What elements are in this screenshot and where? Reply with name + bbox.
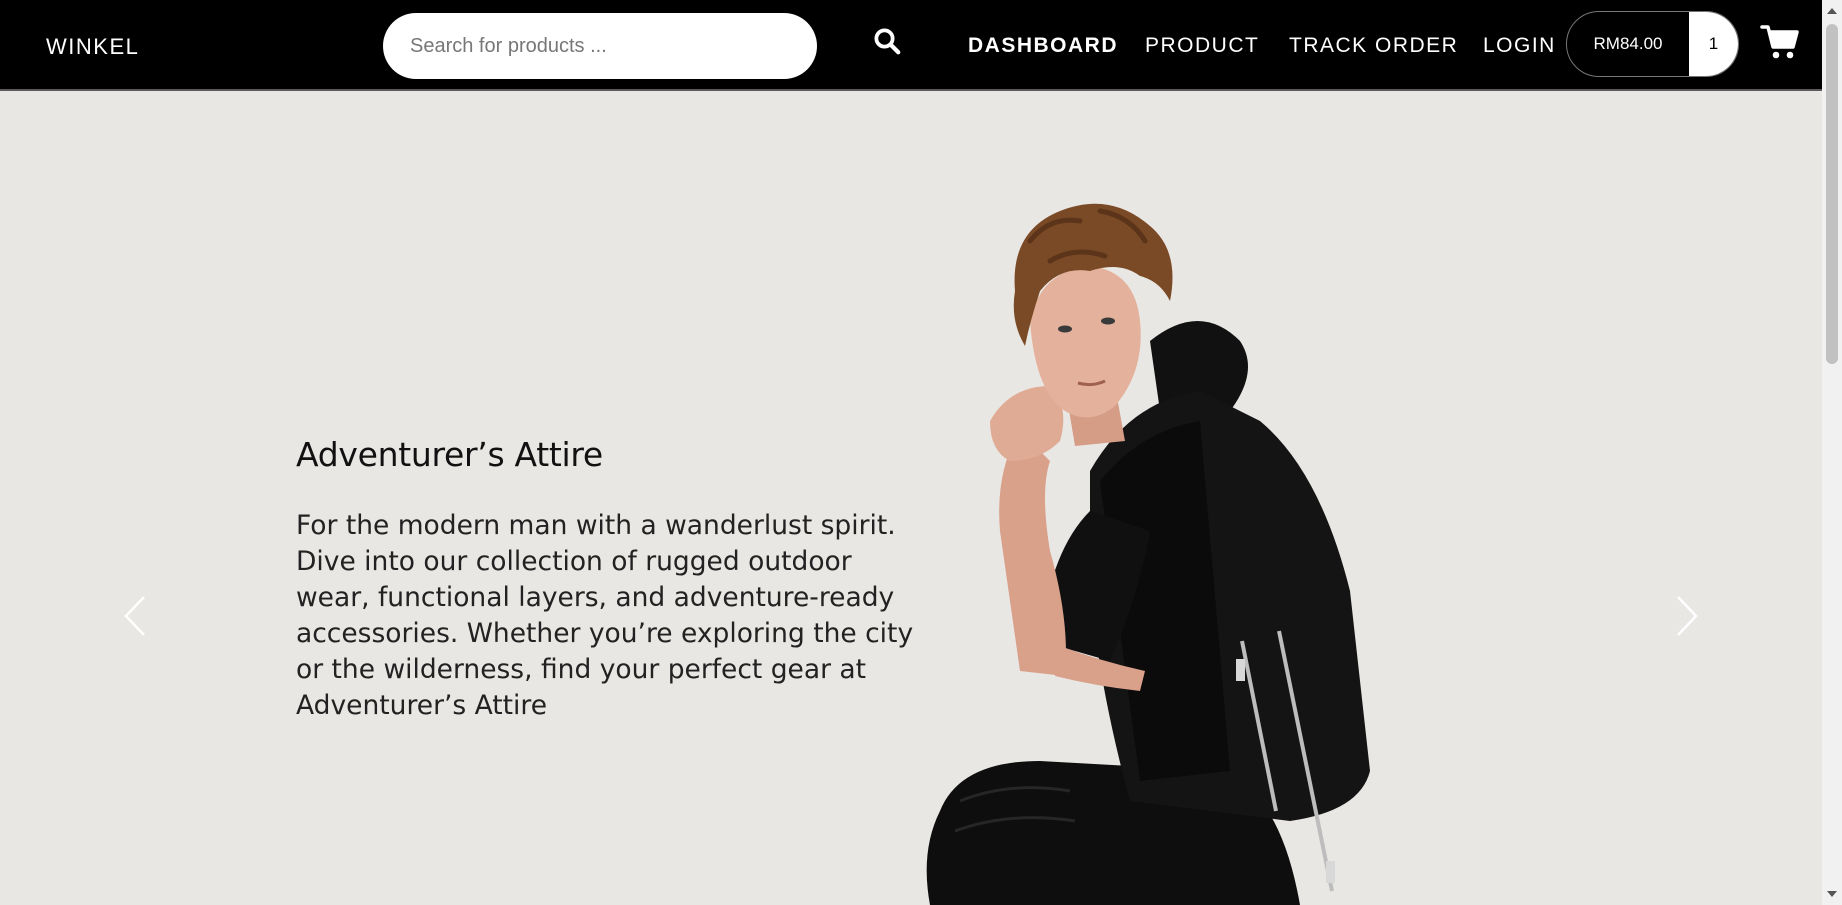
cart-total: RM84.00 xyxy=(1593,34,1663,53)
search-input[interactable] xyxy=(383,13,817,79)
search-icon[interactable] xyxy=(872,26,902,56)
model-in-black-outfit-photo xyxy=(926,203,1370,905)
shopping-cart-icon[interactable] xyxy=(1760,22,1800,62)
chevron-left-icon[interactable] xyxy=(116,591,156,641)
cart-summary-button[interactable]: RM84.00 1 xyxy=(1566,11,1739,77)
hero-title: Adventurer’s Attire xyxy=(296,435,603,474)
nav-link-login[interactable]: LOGIN xyxy=(1483,34,1556,58)
chevron-right-icon[interactable] xyxy=(1666,591,1706,641)
scroll-up-icon[interactable] xyxy=(1827,8,1837,14)
cart-count-badge: 1 xyxy=(1689,12,1738,76)
scrollbar-thumb[interactable] xyxy=(1826,24,1838,364)
hero-description: For the modern man with a wanderlust spi… xyxy=(296,510,914,721)
brand-logo[interactable]: WINKEL xyxy=(46,34,139,60)
nav-link-product[interactable]: PRODUCT xyxy=(1145,34,1259,58)
nav-link-dashboard[interactable]: DASHBOARD xyxy=(968,34,1118,58)
scroll-down-icon[interactable] xyxy=(1827,891,1837,897)
nav-link-track-order[interactable]: TRACK ORDER xyxy=(1289,34,1458,58)
page-scrollbar[interactable] xyxy=(1822,0,1842,905)
top-navbar: WINKEL DASHBOARD PRODUCT TRACK ORDER LOG… xyxy=(0,0,1822,91)
hero-carousel: Adventurer’s Attire For the modern man w… xyxy=(0,91,1822,905)
